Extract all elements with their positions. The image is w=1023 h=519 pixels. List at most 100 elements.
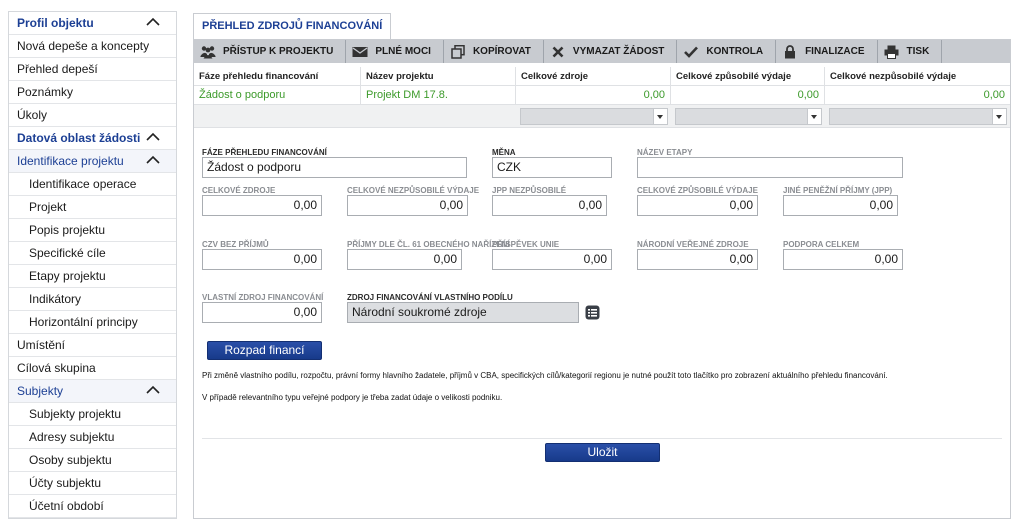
sidebar-item-cilova-skupina[interactable]: Cílová skupina [9,357,176,380]
list-select-icon[interactable] [585,305,600,320]
action-toolbar: PŘÍSTUP K PROJEKTU PLNÉ MOCI KOPÍROVAT VYMA… [194,40,1010,63]
grid-header-zpusobile[interactable]: Celkové způsobilé výdaje [671,67,825,85]
sidebar-item-label: Identifikace projektu [17,154,124,168]
sidebar-item-umisteni[interactable]: Umístění [9,334,176,357]
grid-header-nezpusobile[interactable]: Celkové nezpůsobilé výdaje [825,67,1010,85]
divider [202,438,1002,439]
jine-prijmy-field[interactable]: 0,00 [783,195,898,216]
vlastni-zdroj-field[interactable]: 0,00 [202,302,322,323]
sidebar-item-datova-oblast-zadosti[interactable]: Datová oblast žádosti [9,127,176,150]
tab-prehled-zdroju[interactable]: PŘEHLED ZDROJŮ FINANCOVÁNÍ [193,13,392,40]
celkove-zdroje-field[interactable]: 0,00 [202,195,322,216]
filter-select-nezpusobile[interactable] [829,108,1007,125]
grid-cell-zpusobile: 0,00 [671,86,825,104]
sidebar-item-etapy-projektu[interactable]: Etapy projektu [9,265,176,288]
sidebar-item-label: Subjekty projektu [29,407,122,421]
sidebar-item-subjekty-projektu[interactable]: Subjekty projektu [9,403,176,426]
zdroj-vlastniho-podilu-field[interactable]: Národní soukromé zdroje [347,302,579,323]
label-prispevek-unie: PŘÍSPĚVEK UNIE [492,240,560,249]
sidebar-item-label: Specifické cíle [29,246,106,260]
grid-cell-nezpusobile: 0,00 [983,89,1005,101]
czv-field[interactable]: 0,00 [202,249,322,270]
sidebar-item-adresy-subjektu[interactable]: Adresy subjektu [9,426,176,449]
sidebar-item-label: Cílová skupina [17,361,96,375]
grid-header-nazev[interactable]: Název projektu [361,67,516,85]
jpp-nezpusobile-field[interactable]: 0,00 [492,195,607,216]
finalizace-button[interactable]: FINALIZACE [776,40,878,63]
chevron-up-icon[interactable] [146,132,160,144]
sidebar-item-profil-objektu[interactable]: Profil objektu [9,12,176,35]
sidebar-item-ukoly[interactable]: Úkoly [9,104,176,127]
toolbar-button-label: PŘÍSTUP K PROJEKTU [223,46,334,57]
sidebar-item-horizontalni-principy[interactable]: Horizontální principy [9,311,176,334]
sidebar-item-identifikace-operace[interactable]: Identifikace operace [9,173,176,196]
save-button[interactable]: Uložit [545,443,660,462]
sidebar-item-label: Přehled depeší [17,62,98,76]
info-note-1: Při změně vlastního podílu, rozpočtu, pr… [202,371,888,380]
chevron-down-icon [807,109,821,124]
toolbar-button-label: FINALIZACE [805,46,865,57]
sidebar-item-ucty-subjektu[interactable]: Účty subjektu [9,472,176,495]
sidebar-item-identifikace-projektu[interactable]: Identifikace projektu [9,150,176,173]
label-podpora-celkem: PODPORA CELKEM [783,240,860,249]
grid-header-celkove-zdroje[interactable]: Celkové zdroje [516,67,671,85]
toolbar-button-label: TISK [906,46,930,57]
filter-select-zpusobile[interactable] [675,108,822,125]
prijmy61-field[interactable]: 0,00 [347,249,462,270]
sidebar-item-label: Účetní období [29,499,104,513]
check-icon [683,45,699,59]
chevron-up-icon[interactable] [146,17,160,29]
sidebar-item-label: Etapy projektu [29,269,106,283]
label-celkove-zdroje: CELKOVÉ ZDROJE [202,186,276,195]
sidebar-item-osoby-subjektu[interactable]: Osoby subjektu [9,449,176,472]
cross-icon [550,45,566,59]
sidebar-item-specificke-cile[interactable]: Specifické cíle [9,242,176,265]
label-narodni-zdroje: NÁRODNÍ VEŘEJNÉ ZDROJE [637,240,749,249]
sidebar-item-indikatory[interactable]: Indikátory [9,288,176,311]
chevron-up-icon[interactable] [146,385,160,397]
rozpad-financi-button[interactable]: Rozpad financí [207,341,322,360]
sidebar-item-subjekty[interactable]: Subjekty [9,380,176,403]
sidebar-nav: Profil objektu Nová depeše a koncepty Přeh… [8,11,177,519]
sidebar-item-popis-projektu[interactable]: Popis projektu [9,219,176,242]
sidebar-item-label: Popis projektu [29,223,106,237]
table-row[interactable]: Žádost o podporu Projekt DM 17.8. 0,00 0… [194,86,1010,105]
label-jpp-nezpusobile: JPP NEZPŮSOBILÉ [492,186,567,195]
zpusobile-field[interactable]: 0,00 [637,195,758,216]
sidebar-item-prehled-depesi[interactable]: Přehled depeší [9,58,176,81]
label-czv: CZV BEZ PŘÍJMŮ [202,240,269,249]
label-nezpusobile: CELKOVÉ NEZPŮSOBILÉ VÝDAJE [347,186,480,195]
prispevek-unie-field[interactable]: 0,00 [492,249,612,270]
financing-grid: Fáze přehledu financování Název projektu… [194,67,1010,128]
podpora-celkem-field[interactable]: 0,00 [783,249,903,270]
faze-field[interactable]: Žádost o podporu [202,157,467,178]
copy-icon [450,44,466,59]
kopirovat-button[interactable]: KOPÍROVAT [444,40,544,63]
sidebar-item-label: Subjekty [17,384,64,398]
filter-select-celkove-zdroje[interactable] [520,108,668,125]
sidebar-item-label: Osoby subjektu [29,453,112,467]
nezpusobile-field[interactable]: 0,00 [347,195,468,216]
envelope-icon [352,45,368,59]
kontrola-button[interactable]: KONTROLA [677,40,777,63]
narodni-zdroje-field[interactable]: 0,00 [637,249,758,270]
sidebar-item-projekt[interactable]: Projekt [9,196,176,219]
users-icon [200,45,216,59]
sidebar-item-label: Poznámky [17,85,74,99]
sidebar-item-ucetni-obdobi[interactable]: Účetní období [9,495,176,518]
vymazat-zadost-button[interactable]: VYMAZAT ŽÁDOST [544,40,678,63]
nazev-etapy-field[interactable] [637,157,903,178]
chevron-up-icon[interactable] [146,155,160,167]
sidebar-item-label: Adresy subjektu [29,430,115,444]
mena-field[interactable]: CZK [492,157,612,178]
grid-header-faze[interactable]: Fáze přehledu financování [194,67,361,85]
grid-header-row: Fáze přehledu financování Název projektu… [194,67,1010,86]
label-prijmy61: PŘÍJMY DLE ČL. 61 OBECNÉHO NAŘÍZENÍ [347,240,510,249]
sidebar-item-nova-depese-a-koncepty[interactable]: Nová depeše a koncepty [9,35,176,58]
sidebar-item-poznamky[interactable]: Poznámky [9,81,176,104]
pristup-k-projektu-button[interactable]: PŘÍSTUP K PROJEKTU [194,40,347,63]
plne-moci-button[interactable]: PLNÉ MOCI [346,40,444,63]
tisk-button[interactable]: TISK [878,40,943,63]
sidebar-item-label: Profil objektu [17,16,94,30]
content-panel: PŘÍSTUP K PROJEKTU PLNÉ MOCI KOPÍROVAT VYMA… [193,39,1011,519]
